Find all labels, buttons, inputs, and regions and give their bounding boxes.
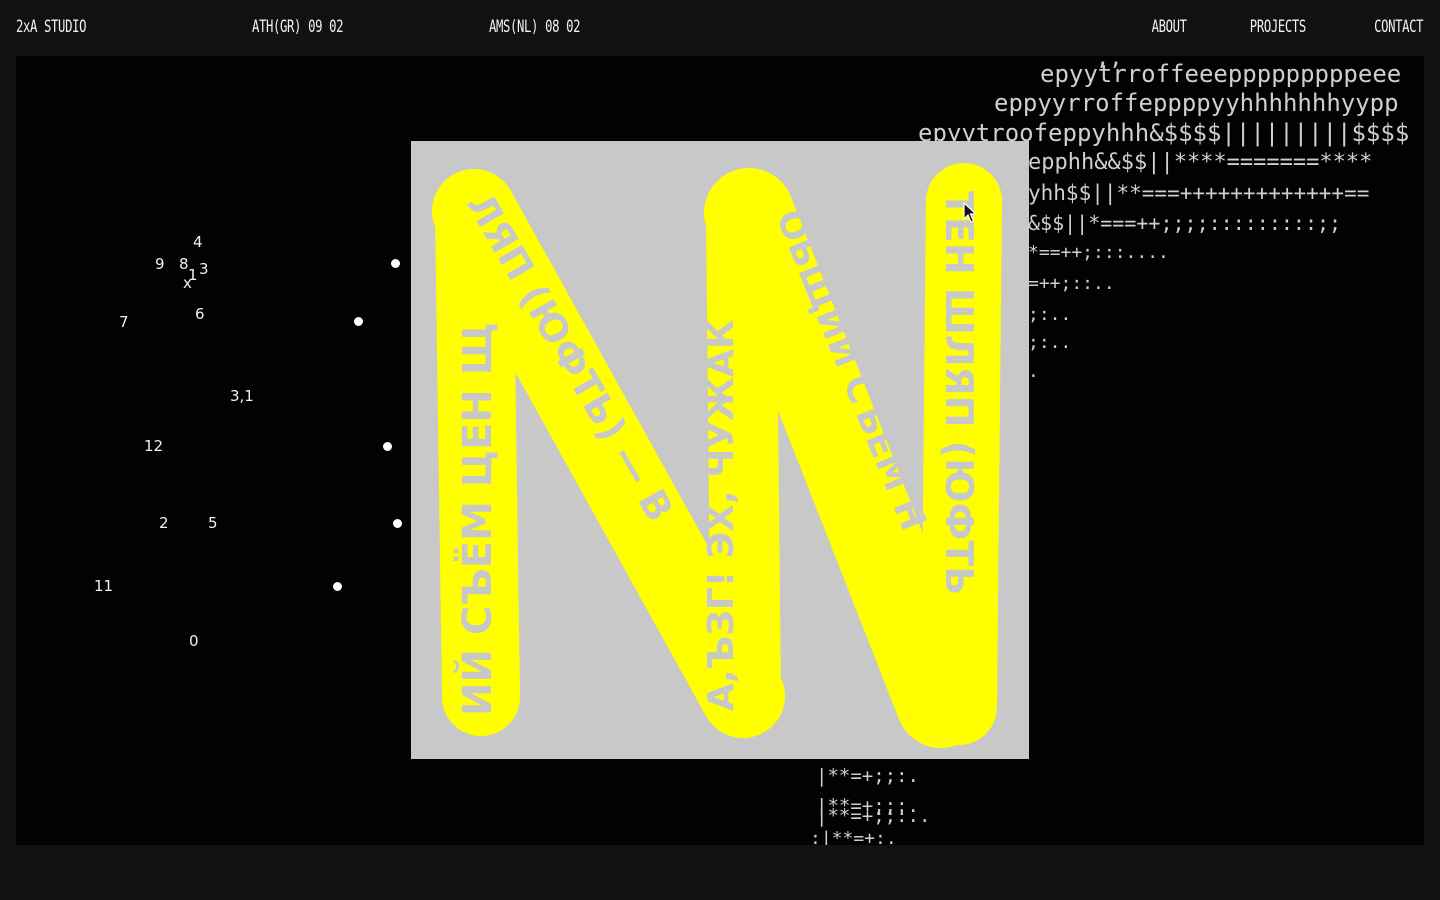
ascii-art-line: &$$||*===++;;;;:::::::::;; bbox=[1028, 211, 1342, 235]
poster-text-middle: А,ЪЗГ! ЭХ, ЧУЖАК bbox=[701, 320, 742, 711]
ascii-art-line: epyytrroffeeepppppppppeee bbox=[1040, 60, 1402, 88]
nav-contact-link[interactable]: CONTACT bbox=[1374, 13, 1423, 41]
ascii-art-line: eppyyrroffeppppyyhhhhhhhyypp bbox=[994, 89, 1399, 117]
graph-label: 5 bbox=[208, 514, 218, 532]
nav-projects-link[interactable]: PROJECTS bbox=[1250, 13, 1306, 41]
graph-node-dot bbox=[333, 582, 342, 591]
graph-label: 7 bbox=[119, 313, 129, 331]
graph-label: 4 bbox=[193, 233, 203, 251]
graph-label: 6 bbox=[195, 305, 205, 323]
letter-n-graphic: ИЙ СЪЁМ ЦЕН Щ ЛЯП (ЮФТЬ) — В А,ЪЗГ! ЭХ, … bbox=[432, 163, 1002, 748]
ascii-art-line: |**=+;;:.. bbox=[816, 805, 931, 827]
ascii-art-line: epphh&&$$||****=======**** bbox=[1028, 150, 1373, 175]
graph-label: x bbox=[183, 274, 192, 292]
ascii-art-line: *==++;:::.... bbox=[1028, 242, 1169, 263]
ascii-art-line: ;:.. bbox=[1028, 332, 1072, 353]
graph-node-dot bbox=[354, 317, 363, 326]
ascii-art-line: yhh$$||**===+++++++++++++== bbox=[1028, 181, 1370, 205]
ascii-art-line: :|**=+:. bbox=[810, 828, 897, 845]
hero-canvas[interactable]: 4 9 8 1 3 x 6 7 3,1 12 2 5 11 0 ,, epyyt… bbox=[16, 56, 1424, 845]
ascii-art-line: |**=+;;:. bbox=[816, 765, 919, 787]
graph-label: 3,1 bbox=[230, 387, 254, 405]
bottom-frame bbox=[0, 845, 1440, 900]
graph-node-dot bbox=[393, 519, 402, 528]
graph-label: 9 bbox=[155, 255, 165, 273]
ascii-art-line: =++;::.. bbox=[1028, 273, 1115, 294]
graph-label: 11 bbox=[94, 577, 114, 595]
arrow-cursor-icon bbox=[963, 202, 977, 223]
location-amsterdam-time: AMS(NL) 08 02 bbox=[489, 17, 581, 37]
graph-node-dot bbox=[383, 442, 392, 451]
graph-label: 12 bbox=[144, 437, 164, 455]
poster-text-left: ИЙ СЪЁМ ЦЕН Щ bbox=[453, 322, 501, 716]
ascii-art-line: . bbox=[1028, 361, 1039, 382]
graph-label: 0 bbox=[189, 632, 199, 650]
graph-node-dot bbox=[391, 259, 400, 268]
location-athens-time: ATH(GR) 09 02 bbox=[252, 17, 344, 37]
ascii-art-line: ;:.. bbox=[1028, 304, 1072, 325]
brand-logo-link[interactable]: 2xA STUDIO bbox=[16, 13, 86, 41]
poster-text-right: ТЕН ШЛЯП (ЮФТЬ bbox=[937, 191, 981, 595]
top-navigation-bar: 2xA STUDIO ATH(GR) 09 02 AMS(NL) 08 02 A… bbox=[0, 0, 1440, 56]
graph-label: 2 bbox=[159, 514, 169, 532]
graph-label: 3 bbox=[199, 260, 209, 278]
nav-about-link[interactable]: ABOUT bbox=[1152, 13, 1187, 41]
letter-n-poster[interactable]: ИЙ СЪЁМ ЦЕН Щ ЛЯП (ЮФТЬ) — В А,ЪЗГ! ЭХ, … bbox=[411, 141, 1029, 759]
